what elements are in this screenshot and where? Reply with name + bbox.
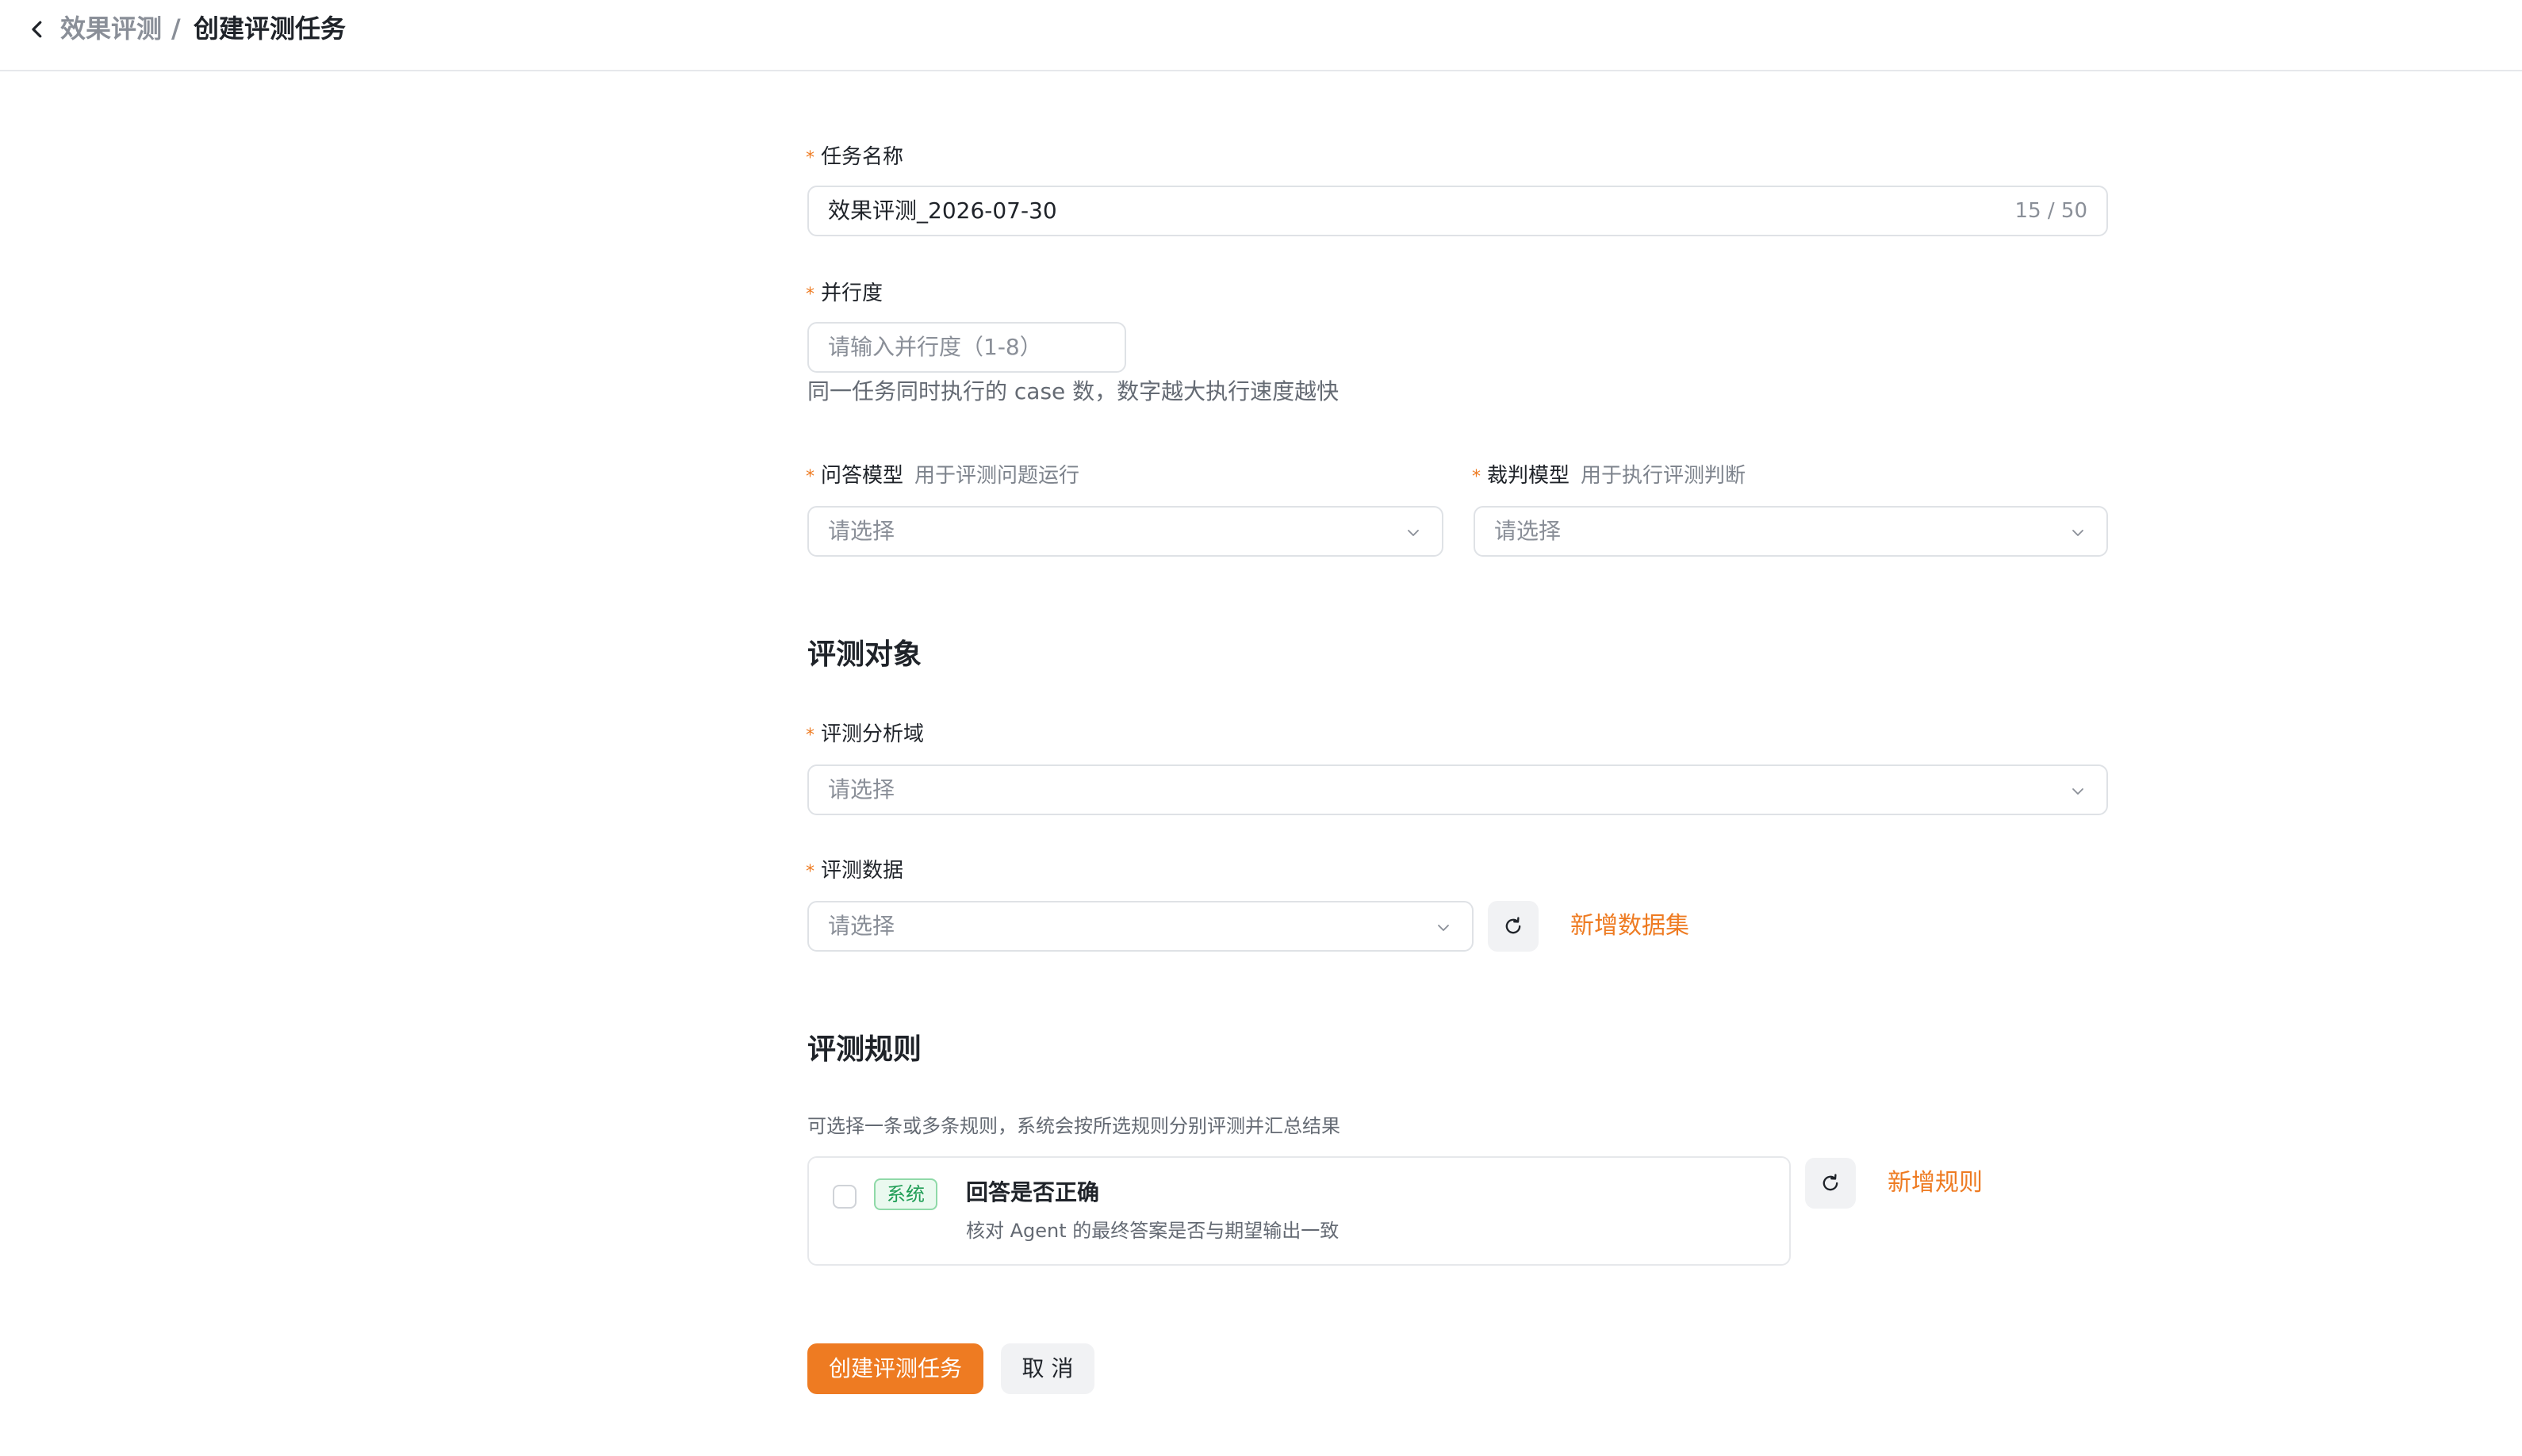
chevron-down-icon xyxy=(1408,530,1419,536)
required-mark: * xyxy=(806,148,814,168)
eval-data-placeholder: 请选择 xyxy=(828,913,895,939)
page-title: 创建评测任务 xyxy=(194,13,347,44)
create-task-button[interactable]: 创建评测任务 xyxy=(807,1343,983,1394)
system-tag: 系统 xyxy=(874,1178,937,1210)
task-name-label: * 任务名称 xyxy=(806,143,903,173)
judge-model-sublabel: 用于执行评测判断 xyxy=(1581,464,1746,488)
breadcrumb-separator: / xyxy=(171,13,181,44)
qa-model-select[interactable]: 请选择 xyxy=(807,506,1443,557)
chevron-down-icon xyxy=(2072,530,2083,536)
task-name-label-text: 任务名称 xyxy=(821,145,904,169)
rule-card[interactable]: 系统 回答是否正确 核对 Agent 的最终答案是否与期望输出一致 xyxy=(807,1156,1791,1266)
char-counter: 15 / 50 xyxy=(2014,199,2087,223)
concurrency-hint: 同一任务同时执行的 case 数，数字越大执行速度越快 xyxy=(807,378,1340,404)
required-mark: * xyxy=(1472,467,1481,487)
judge-model-select[interactable]: 请选择 xyxy=(1474,506,2108,557)
required-mark: * xyxy=(806,862,814,882)
chevron-down-icon xyxy=(1438,925,1449,931)
task-name-input[interactable]: 效果评测_2026-07-30 15 / 50 xyxy=(807,186,2108,236)
required-mark: * xyxy=(806,726,814,745)
eval-rules-hint: 可选择一条或多条规则，系统会按所选规则分别评测并汇总结果 xyxy=(807,1115,1340,1137)
qa-model-label: * 问答模型 用于评测问题运行 xyxy=(806,462,1079,492)
rule-checkbox[interactable] xyxy=(833,1185,857,1209)
rule-description: 核对 Agent 的最终答案是否与期望输出一致 xyxy=(966,1220,1340,1242)
eval-domain-placeholder: 请选择 xyxy=(828,776,895,803)
task-name-value: 效果评测_2026-07-30 xyxy=(828,197,1057,224)
eval-rules-title: 评测规则 xyxy=(807,1033,922,1066)
required-mark: * xyxy=(806,467,814,487)
judge-model-placeholder: 请选择 xyxy=(1494,518,1562,544)
refresh-icon xyxy=(1505,917,1521,934)
judge-model-label-text: 裁判模型 xyxy=(1487,464,1570,488)
judge-model-label: * 裁判模型 用于执行评测判断 xyxy=(1472,462,1746,492)
breadcrumb-parent[interactable]: 效果评测 xyxy=(60,13,162,44)
eval-data-label-text: 评测数据 xyxy=(821,859,904,883)
eval-data-label: * 评测数据 xyxy=(806,856,903,887)
top-bar: 效果评测 / 创建评测任务 xyxy=(0,0,2522,71)
qa-model-label-text: 问答模型 xyxy=(821,464,904,488)
add-rule-link[interactable]: 新增规则 xyxy=(1888,1167,1983,1199)
rule-title: 回答是否正确 xyxy=(966,1179,1100,1205)
required-mark: * xyxy=(806,285,814,305)
concurrency-label: * 并行度 xyxy=(806,279,883,309)
refresh-icon xyxy=(1823,1174,1838,1191)
eval-domain-label-text: 评测分析域 xyxy=(821,722,925,746)
chevron-down-icon xyxy=(2072,788,2083,795)
eval-domain-label: * 评测分析域 xyxy=(806,720,924,750)
add-dataset-link[interactable]: 新增数据集 xyxy=(1570,910,1689,942)
concurrency-placeholder: 请输入并行度（1-8） xyxy=(828,334,1042,360)
refresh-data-button[interactable] xyxy=(1488,901,1539,952)
cancel-button[interactable]: 取 消 xyxy=(1001,1343,1094,1394)
concurrency-input[interactable]: 请输入并行度（1-8） xyxy=(807,322,1126,373)
qa-model-sublabel: 用于评测问题运行 xyxy=(914,464,1080,488)
eval-domain-select[interactable]: 请选择 xyxy=(807,764,2108,815)
refresh-rules-button[interactable] xyxy=(1805,1158,1856,1209)
qa-model-placeholder: 请选择 xyxy=(828,518,895,544)
eval-data-select[interactable]: 请选择 xyxy=(807,901,1474,952)
eval-target-title: 评测对象 xyxy=(807,638,922,671)
concurrency-label-text: 并行度 xyxy=(821,282,883,305)
chevron-left-icon[interactable] xyxy=(25,17,49,41)
